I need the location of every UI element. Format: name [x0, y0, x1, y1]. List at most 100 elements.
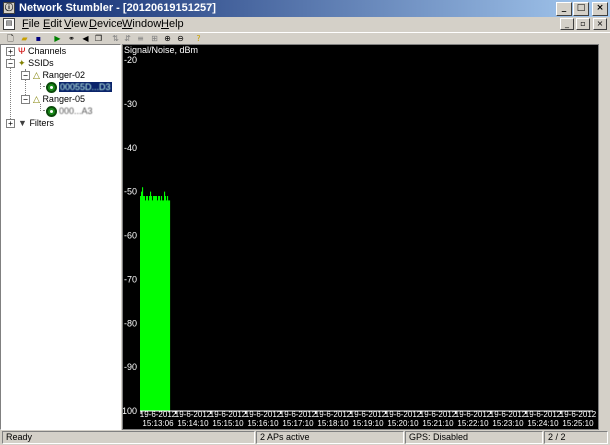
x-tick-time: 15:15:10 — [212, 419, 244, 428]
close-button[interactable]: × — [592, 2, 608, 16]
y-tick-label: -40 — [124, 143, 137, 153]
signal-bar — [149, 196, 151, 411]
channels-expander[interactable]: + — [6, 47, 15, 56]
mdi-restore-button[interactable]: ▫ — [576, 18, 590, 30]
menu-device[interactable]: Device — [89, 18, 123, 30]
x-tick-date: 19-6-2012 — [490, 410, 527, 419]
tree-view[interactable]: + Ψ Channels − ✦ SSIDs − △ Ranger-02 000… — [0, 44, 121, 430]
y-tick-label: -70 — [124, 274, 137, 284]
window-title: Network Stumbler - [20120619151257] — [19, 2, 216, 14]
access-point-icon — [46, 106, 57, 117]
signal-bar — [169, 200, 171, 411]
signal-bar — [143, 196, 145, 411]
signal-bar — [144, 196, 146, 411]
signal-bar — [150, 191, 152, 411]
x-tick-date: 19-6-2012 — [350, 410, 387, 419]
y-tick-label: -30 — [124, 99, 137, 109]
x-tick-date: 19-6-2012 — [245, 410, 282, 419]
signal-bar — [162, 200, 164, 411]
ssid-icon: △ — [33, 70, 40, 80]
scan-icon[interactable]: ⚭ — [66, 34, 77, 44]
x-tick-date: 19-6-2012 — [175, 410, 212, 419]
new-icon[interactable]: 🗋 — [5, 34, 16, 44]
signal-bar — [151, 196, 153, 411]
signal-bar — [159, 196, 161, 411]
ssid1-expander[interactable]: − — [21, 71, 30, 80]
minimize-button[interactable]: _ — [556, 2, 572, 16]
document-icon[interactable]: ▤ — [3, 18, 15, 30]
y-tick-label: -20 — [124, 55, 137, 65]
app-icon[interactable]: ⓘ — [3, 2, 15, 14]
save-icon[interactable]: ▪ — [33, 34, 44, 44]
chart-title: Signal/Noise, dBm — [124, 45, 198, 55]
sort-icon[interactable]: ⇅ — [110, 34, 121, 44]
grid-icon[interactable]: ⊞ — [149, 34, 160, 44]
tree-item-ap-1[interactable]: 00055D...D3 — [59, 82, 112, 92]
speaker-icon[interactable]: ◀ — [80, 34, 91, 44]
y-tick-label: -100 — [123, 406, 137, 416]
status-gps: GPS: Disabled — [405, 431, 543, 444]
signal-bar — [146, 196, 148, 411]
signal-bar — [163, 200, 165, 411]
x-tick-time: 15:25:10 — [562, 419, 594, 428]
tree-item-ssids[interactable]: ✦ SSIDs — [18, 58, 54, 69]
x-tick-date: 19-6-2012 — [385, 410, 422, 419]
antenna-icon: Ψ — [18, 46, 26, 56]
menu-view[interactable]: View — [64, 18, 88, 30]
title-bar: ⓘ Network Stumbler - [20120619151257] _ … — [0, 0, 610, 17]
x-tick-time: 15:20:10 — [387, 419, 419, 428]
vertical-scrollbar[interactable] — [599, 44, 610, 430]
signal-bar — [154, 196, 156, 411]
x-tick-time: 15:18:10 — [317, 419, 349, 428]
ssid2-expander[interactable]: − — [21, 95, 30, 104]
signal-bar — [155, 196, 157, 411]
mdi-minimize-button[interactable]: _ — [560, 18, 574, 30]
filters-expander[interactable]: + — [6, 119, 15, 128]
x-tick-time: 15:21:10 — [422, 419, 454, 428]
tree-item-ranger-05[interactable]: △ Ranger-05 — [33, 94, 85, 105]
x-tick-time: 15:16:10 — [247, 419, 279, 428]
mdi-close-button[interactable]: × — [593, 18, 607, 30]
status-ready: Ready — [2, 431, 255, 444]
signal-bar — [157, 200, 159, 411]
signal-bar — [160, 200, 162, 411]
signal-bar — [153, 196, 155, 411]
filter-icon: ▼ — [18, 118, 27, 128]
tree-item-ap-2[interactable]: 000...A3 — [59, 106, 93, 116]
ssid-icon: △ — [33, 94, 40, 104]
sort-desc-icon[interactable]: ⇵ — [122, 34, 133, 44]
tree-item-channels[interactable]: Ψ Channels — [18, 46, 66, 56]
signal-bar — [156, 196, 158, 411]
status-aps: 2 APs active — [256, 431, 404, 444]
signal-bar — [152, 200, 154, 411]
signal-bar — [168, 200, 170, 411]
zoom-in-icon[interactable]: ⊕ — [162, 34, 173, 44]
signal-bar — [165, 196, 167, 411]
tree-item-ranger-02[interactable]: △ Ranger-02 — [33, 70, 85, 81]
x-tick-date: 19-6-2012 — [315, 410, 352, 419]
tree-item-filters[interactable]: ▼ Filters — [18, 118, 54, 128]
access-point-icon — [46, 82, 57, 93]
zoom-out-icon[interactable]: ⊖ — [175, 34, 186, 44]
menu-edit[interactable]: Edit — [43, 18, 62, 30]
list-icon[interactable]: ≡ — [135, 34, 146, 44]
x-tick-time: 15:24:10 — [527, 419, 559, 428]
window-icon[interactable]: ❐ — [93, 34, 104, 44]
menu-help[interactable]: Help — [161, 18, 184, 30]
signal-bar — [147, 196, 149, 411]
status-count: 2 / 2 — [544, 431, 608, 444]
maximize-button[interactable]: □ — [573, 2, 589, 16]
open-icon[interactable]: ▰ — [19, 34, 30, 44]
signal-bar — [141, 191, 143, 411]
play-icon[interactable]: ▶ — [52, 34, 63, 44]
menu-window[interactable]: Window — [122, 18, 161, 30]
help-icon[interactable]: ? — [193, 34, 204, 44]
y-tick-label: -50 — [124, 187, 137, 197]
x-tick-date: 19-6-2012 — [140, 410, 177, 419]
ssids-expander[interactable]: − — [6, 59, 15, 68]
menu-file[interactable]: File — [22, 18, 40, 30]
x-tick-time: 15:14:10 — [177, 419, 209, 428]
x-tick-date: 19-6-2012 — [525, 410, 562, 419]
x-tick-date: 19-6-2012 — [560, 410, 597, 419]
status-bar: Ready 2 APs active GPS: Disabled 2 / 2 — [0, 430, 610, 445]
